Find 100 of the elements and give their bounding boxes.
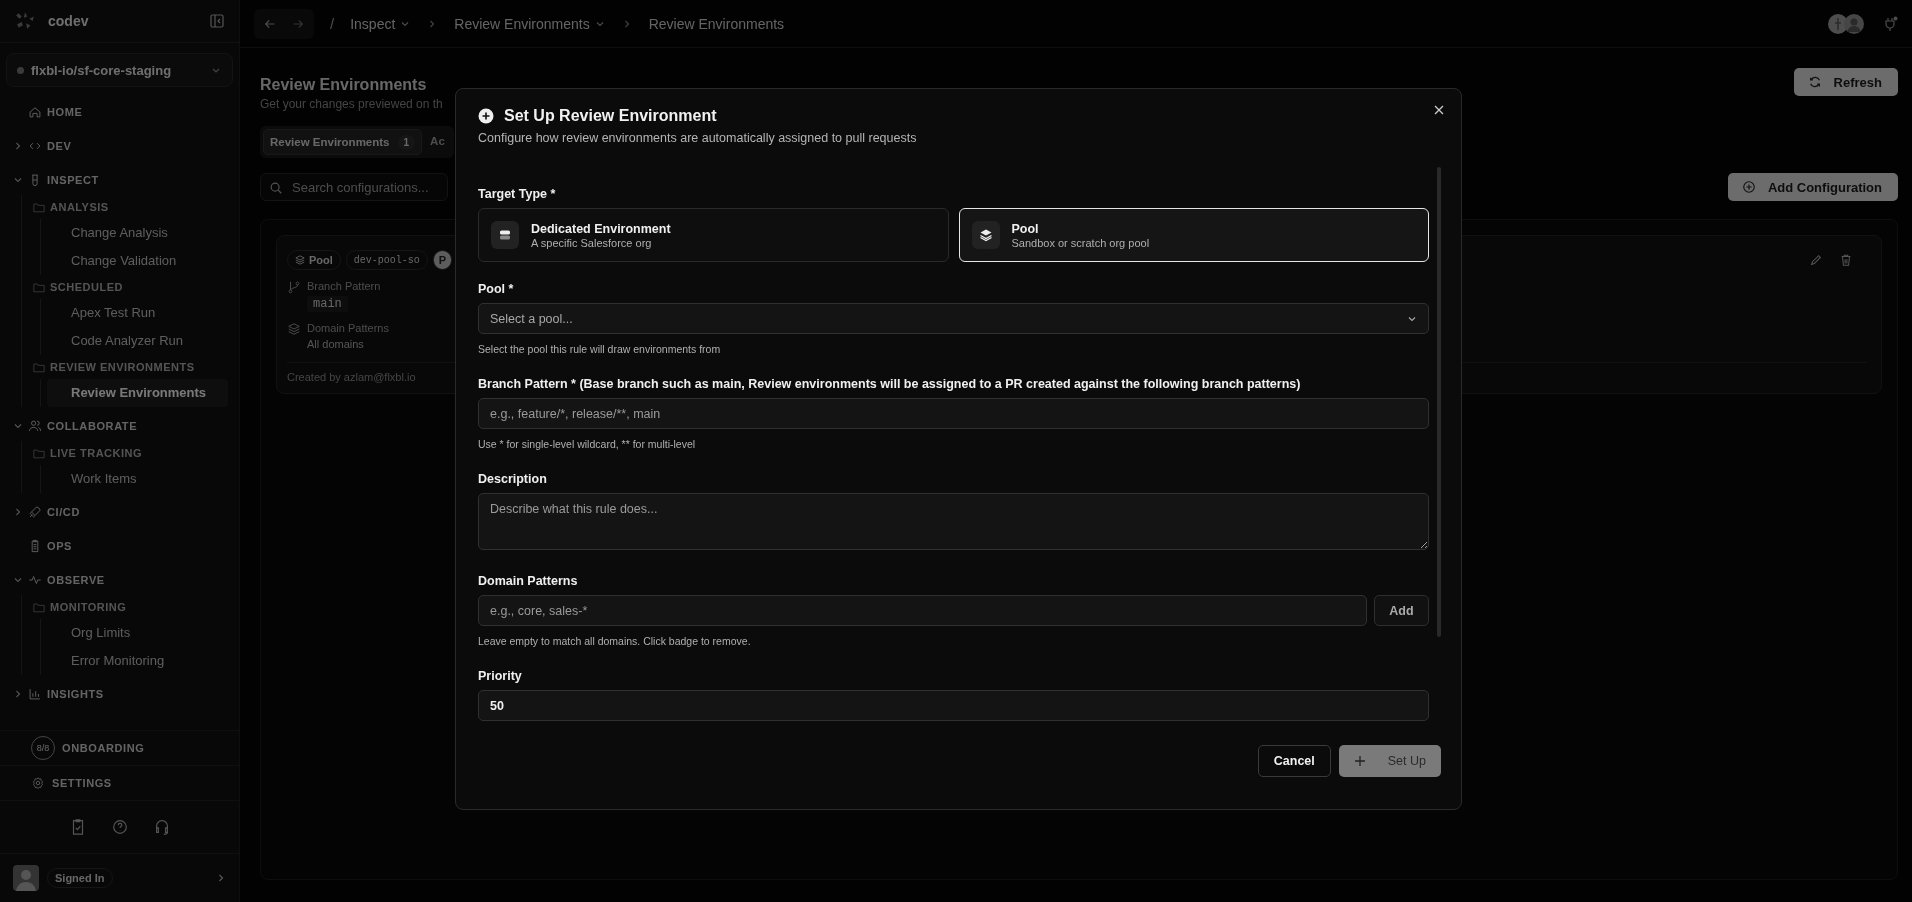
nav-group-label: LIVE TRACKING — [50, 447, 143, 459]
nav-icon — [28, 419, 42, 433]
settings-icon[interactable] — [31, 776, 45, 790]
nav-item[interactable]: Change Analysis — [47, 219, 228, 247]
refresh-icon — [1807, 75, 1822, 89]
avatar — [13, 865, 39, 891]
option-description: Sandbox or scratch org pool — [1011, 236, 1150, 249]
nav-section[interactable]: HOME — [47, 106, 83, 118]
description-field[interactable]: Describe what this rule does... — [478, 493, 1429, 550]
dialog-title: Set Up Review Environment — [504, 107, 717, 125]
option-title: Dedicated Environment — [531, 221, 671, 236]
breadcrumb-item[interactable]: Review Environments — [648, 15, 785, 32]
status-dot — [17, 66, 24, 74]
nav-section[interactable]: CI/CD — [47, 506, 80, 518]
branch-pattern-field[interactable]: e.g., feature/*, release/**, main — [478, 398, 1429, 429]
nav-section[interactable]: INSPECT — [47, 174, 99, 186]
field-label: Description — [478, 472, 548, 486]
chevron-down-icon[interactable] — [13, 575, 23, 585]
priority-tag: P — [432, 250, 453, 270]
search-field[interactable]: Search configurations... — [260, 173, 448, 201]
chevron-right-icon[interactable] — [13, 507, 23, 517]
help-icon[interactable] — [110, 818, 129, 836]
nav-group-label: SCHEDULED — [50, 281, 123, 293]
edit-icon[interactable] — [1809, 253, 1823, 267]
nav-section[interactable]: COLLABORATE — [47, 420, 138, 432]
field-hint: Leave empty to match all domains. Click badge to remove. — [478, 635, 752, 647]
chevron-down-icon[interactable] — [13, 175, 23, 185]
page-subtitle: Get your changes previewed on th — [260, 97, 443, 111]
field-label: Domain Patterns — [478, 574, 579, 588]
breadcrumb-item[interactable]: Review Environments — [454, 15, 605, 32]
nav-section[interactable]: OPS — [47, 540, 73, 552]
nav-section[interactable]: OBSERVE — [47, 574, 105, 586]
plus-icon — [1353, 755, 1366, 767]
nav-item[interactable]: Error Monitoring — [47, 647, 228, 675]
nav-icon — [28, 573, 42, 587]
close-icon[interactable] — [1433, 104, 1445, 116]
breadcrumb-separator: / — [330, 15, 335, 32]
dialog-subtitle: Configure how review environments are automatically assigned to pull requests — [478, 131, 918, 145]
layers-icon — [978, 228, 993, 242]
plug-icon[interactable] — [1882, 15, 1898, 32]
search-icon — [269, 181, 283, 195]
breadcrumb-item[interactable]: Inspect — [350, 15, 411, 32]
chevron-right-icon[interactable] — [13, 141, 23, 151]
folder-icon — [33, 361, 45, 373]
field-label: Pool * — [478, 282, 515, 296]
chevron-right-icon[interactable] — [216, 873, 226, 883]
onboarding-link[interactable]: ONBOARDING — [62, 742, 145, 754]
pool-select[interactable]: Select a pool... — [478, 303, 1429, 334]
field-label: Target Type * — [478, 187, 557, 201]
folder-icon — [33, 281, 45, 293]
field-label: Branch Pattern — [307, 280, 381, 292]
field-label: Priority — [478, 669, 523, 683]
layers-icon — [287, 322, 301, 336]
nav-item[interactable]: Change Validation — [47, 247, 228, 275]
settings-link[interactable]: SETTINGS — [52, 777, 112, 789]
field-hint: Select the pool this rule will draw environments from — [478, 343, 722, 355]
folder-icon — [33, 201, 45, 213]
plus-circle-icon — [478, 108, 494, 124]
option-description: A specific Salesforce org — [531, 236, 653, 249]
nav-item[interactable]: Work Items — [47, 465, 228, 493]
tab[interactable]: Review Environments 1 — [263, 129, 423, 155]
cancel-button[interactable]: Cancel — [1257, 745, 1331, 777]
option-title: Pool — [1011, 221, 1040, 236]
nav-section[interactable]: DEV — [47, 140, 72, 152]
server-icon — [498, 228, 512, 242]
priority-field[interactable]: 50 — [478, 690, 1429, 721]
created-by-text: Created by azlam@flxbl.io — [287, 371, 416, 383]
workspace-selector[interactable]: flxbl-io/sf-core-staging — [6, 53, 233, 87]
nav-group-label: MONITORING — [50, 601, 127, 613]
nav-item[interactable]: Apex Test Run — [47, 299, 228, 327]
target-type-option[interactable]: Pool Sandbox or scratch org pool — [958, 208, 1429, 262]
refresh-button[interactable]: Refresh — [1793, 68, 1898, 96]
plus-circle-icon — [1741, 180, 1756, 194]
add-configuration-button[interactable]: Add Configuration — [1727, 173, 1898, 201]
nav-icon — [28, 687, 42, 701]
nav-section[interactable]: INSIGHTS — [47, 688, 104, 700]
chevron-down-icon[interactable] — [13, 421, 23, 431]
nav-group-label: ANALYSIS — [50, 201, 109, 213]
layers-icon — [295, 255, 305, 265]
page-title: Review Environments — [260, 76, 428, 94]
nav-item[interactable]: Code Analyzer Run — [47, 327, 228, 355]
folder-icon — [33, 601, 45, 613]
chevron-right-icon[interactable] — [13, 689, 23, 699]
field-value: All domains — [307, 338, 364, 350]
nav-item[interactable]: Review Environments — [47, 379, 228, 407]
count-badge: 1 — [397, 134, 416, 150]
domain-pattern-field[interactable]: e.g., core, sales-* — [478, 595, 1367, 626]
add-button[interactable]: Add — [1374, 595, 1429, 626]
nav-item[interactable]: Org Limits — [47, 619, 228, 647]
field-hint: Use * for single-level wildcard, ** for multi-level — [478, 438, 697, 450]
field-label: Domain Patterns — [307, 322, 389, 334]
panel-toggle-icon[interactable] — [209, 13, 225, 29]
avatar — [1844, 13, 1864, 34]
delete-icon[interactable] — [1839, 253, 1853, 267]
target-type-option[interactable]: Dedicated Environment A specific Salesforce org — [478, 208, 949, 262]
tab[interactable]: Ac — [424, 129, 451, 153]
branch-icon — [287, 280, 301, 294]
nav-group-label: REVIEW ENVIRONMENTS — [50, 361, 195, 373]
field-label: Branch Pattern * (Base branch such as main, Review environments will be assigned to a PR created against the following branch patterns) — [478, 377, 1302, 391]
branch-pattern-code: main — [307, 296, 348, 312]
